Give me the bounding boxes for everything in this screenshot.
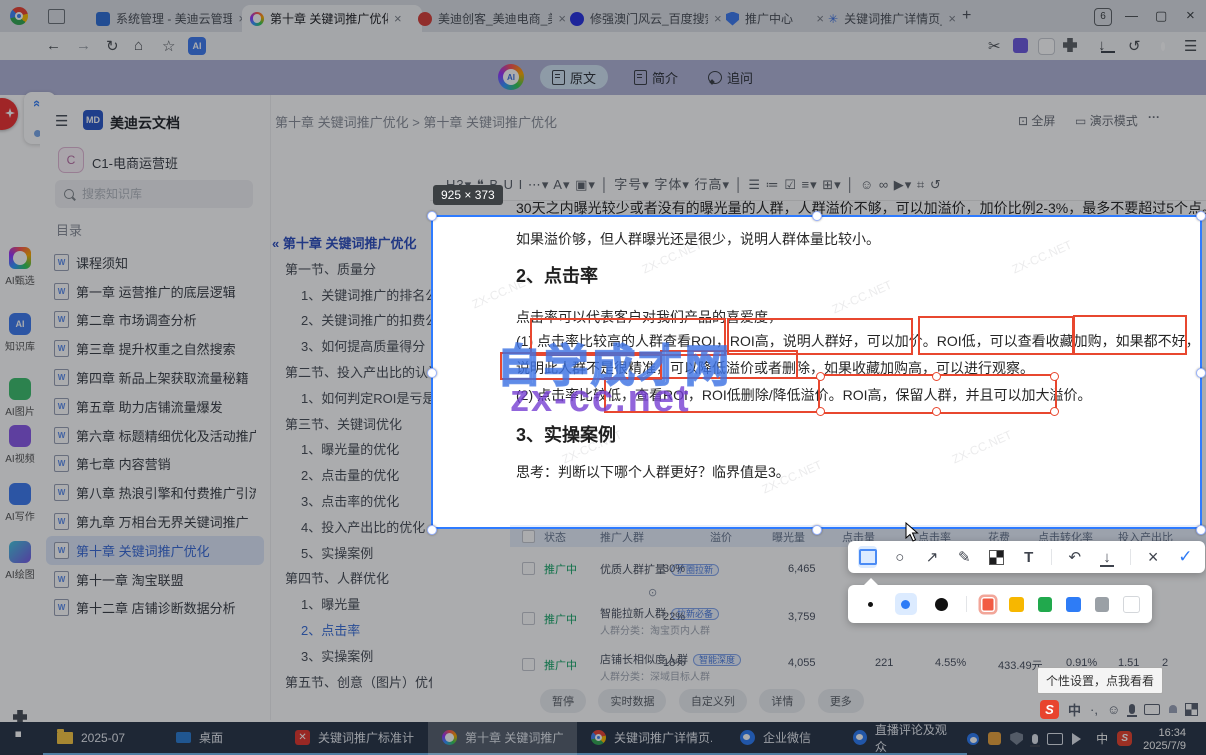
selection-handle[interactable] [1196, 368, 1206, 378]
selection-handle[interactable] [427, 211, 437, 221]
pen-tool[interactable]: ✎ [955, 546, 974, 568]
color-white[interactable] [1123, 595, 1140, 613]
snip-dim-left [0, 215, 431, 529]
color-green[interactable] [1037, 596, 1053, 612]
color-yellow[interactable] [1009, 596, 1024, 612]
mosaic-tool[interactable] [987, 546, 1006, 568]
color-red-selected[interactable] [980, 596, 996, 612]
ime-person-icon[interactable] [1169, 705, 1178, 713]
selection-handle[interactable] [812, 211, 822, 221]
ime-emoji-icon[interactable]: ☺ [1107, 702, 1120, 717]
arrow-tool[interactable]: ↗ [922, 546, 941, 568]
divider [1129, 549, 1131, 565]
snip-color-panel [848, 578, 1152, 623]
sogou-logo-icon[interactable]: S [1040, 699, 1059, 719]
selection-handle[interactable] [1196, 211, 1206, 221]
selection-handle[interactable] [1196, 525, 1206, 535]
color-gray[interactable] [1094, 596, 1110, 612]
selection-handle[interactable] [427, 368, 437, 378]
ime-grid-icon[interactable] [1185, 702, 1199, 716]
ime-tooltip: 个性设置，点我看看 [1037, 667, 1164, 694]
selection-handle[interactable] [812, 525, 822, 535]
snip-toolbar: ○ ↗ ✎ T ↶ ↓ × ✓ [848, 541, 1205, 573]
mosaic-icon [988, 549, 1004, 565]
rectangle-tool[interactable] [858, 546, 878, 568]
divider [1051, 549, 1053, 565]
ellipse-tool[interactable]: ○ [890, 546, 909, 568]
selection-handle[interactable] [427, 525, 437, 535]
undo-button[interactable]: ↶ [1065, 546, 1084, 568]
cancel-button[interactable]: × [1144, 546, 1163, 568]
save-download-button[interactable]: ↓ [1097, 546, 1116, 568]
ime-keyboard-icon[interactable] [1144, 703, 1161, 715]
selection-size-label: 925 × 373 [433, 185, 503, 205]
ime-toolbar: S 中 ·, ☺ [1040, 698, 1199, 720]
stroke-size-large[interactable] [931, 593, 952, 615]
confirm-button[interactable]: ✓ [1176, 546, 1195, 568]
stroke-size-medium-selected[interactable] [895, 593, 917, 615]
snip-dim-top [0, 0, 1206, 215]
divider [965, 596, 967, 612]
screen: 系统管理 - 美迪云管理 × 第十章 关键词推广优化 × 美迪创客_美迪电商_美… [0, 0, 1206, 755]
stroke-size-small[interactable] [860, 593, 881, 615]
snip-selection-rect[interactable] [431, 215, 1202, 529]
mouse-cursor [905, 522, 919, 542]
ime-mic-icon[interactable] [1127, 704, 1138, 717]
rectangle-icon [858, 549, 877, 565]
ime-mode-icon[interactable]: 中 [1068, 700, 1081, 719]
color-blue[interactable] [1066, 596, 1081, 612]
text-tool[interactable]: T [1019, 546, 1038, 568]
ime-punct-icon[interactable]: ·, [1090, 702, 1098, 717]
